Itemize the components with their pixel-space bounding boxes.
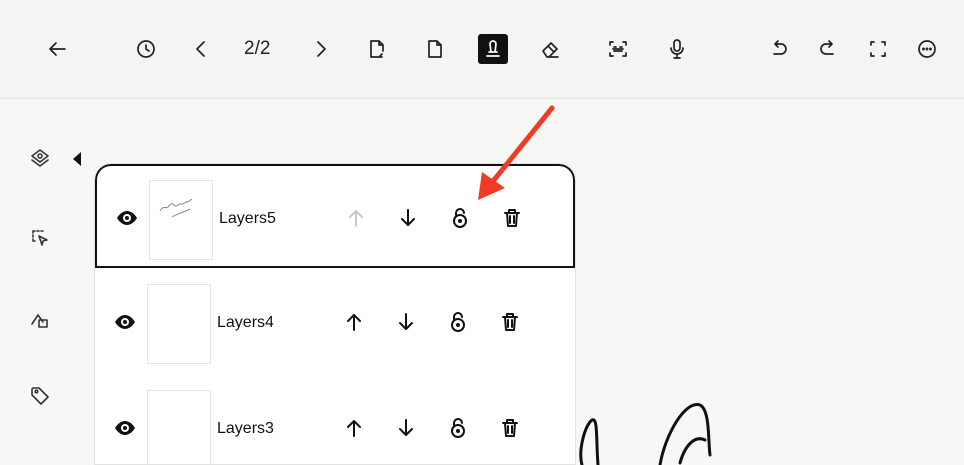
layer-row[interactable]: Layers3 [95, 376, 575, 464]
next-page-icon[interactable] [304, 32, 338, 66]
eraser-icon[interactable] [534, 32, 568, 66]
visibility-eye-icon[interactable] [113, 416, 137, 440]
microphone-icon[interactable] [660, 32, 694, 66]
move-down-icon[interactable] [392, 308, 420, 336]
undo-icon[interactable] [762, 32, 796, 66]
tag-icon[interactable] [20, 375, 60, 415]
visibility-eye-icon[interactable] [113, 310, 137, 334]
ocr-icon[interactable] [601, 32, 635, 66]
redo-icon[interactable] [811, 32, 845, 66]
top-toolbar: 2/2 [0, 0, 964, 99]
layer-row[interactable]: Layers4 [95, 270, 575, 374]
lock-icon[interactable] [444, 308, 472, 336]
add-page-after-icon[interactable] [360, 32, 394, 66]
prev-page-icon[interactable] [184, 32, 218, 66]
canvas-handwriting [579, 403, 712, 465]
lasso-select-icon[interactable] [20, 218, 60, 258]
lock-icon[interactable] [444, 414, 472, 442]
layers-stack-icon[interactable] [20, 138, 60, 178]
fullscreen-icon[interactable] [861, 32, 895, 66]
move-up-icon[interactable] [340, 308, 368, 336]
layer-thumbnail[interactable] [149, 180, 213, 260]
delete-icon[interactable] [496, 414, 524, 442]
layer-name: Layers5 [219, 210, 276, 227]
layer-thumbnail[interactable] [147, 390, 211, 464]
move-down-icon[interactable] [392, 414, 420, 442]
back-arrow-icon[interactable] [40, 32, 74, 66]
move-up-icon[interactable] [340, 414, 368, 442]
layers-panel: Layers5 Layers4 Layers3 [95, 164, 575, 464]
layer-row-selected[interactable]: Layers5 [95, 164, 575, 268]
collapse-panel-caret[interactable] [73, 152, 81, 166]
layer-name: Layers4 [217, 314, 274, 331]
more-icon[interactable] [910, 32, 944, 66]
visibility-eye-icon[interactable] [115, 206, 139, 230]
page-indicator: 2/2 [244, 38, 271, 59]
history-icon[interactable] [129, 32, 163, 66]
move-up-icon[interactable] [342, 204, 370, 232]
shapes-icon[interactable] [20, 300, 60, 340]
layer-thumbnail[interactable] [147, 284, 211, 364]
layers-icon[interactable] [478, 34, 508, 64]
move-down-icon[interactable] [394, 204, 422, 232]
add-page-icon[interactable] [418, 32, 452, 66]
lock-icon[interactable] [446, 204, 474, 232]
layer-name: Layers3 [217, 420, 274, 437]
delete-icon[interactable] [496, 308, 524, 336]
delete-icon[interactable] [498, 204, 526, 232]
